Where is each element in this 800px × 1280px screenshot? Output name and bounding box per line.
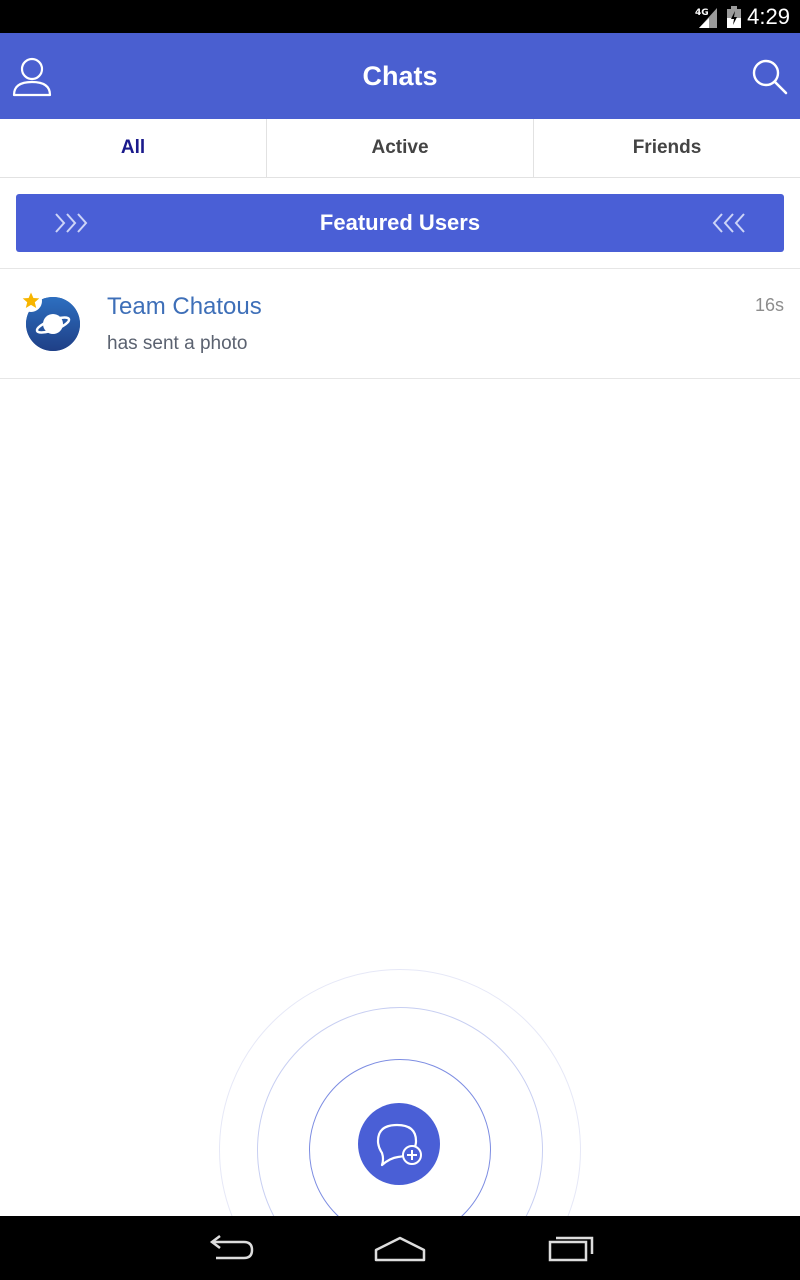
signal-icon: 4G: [695, 7, 718, 28]
chat-last-message: has sent a photo: [107, 333, 248, 354]
chat-name: Team Chatous: [107, 293, 262, 320]
featured-users-label: Featured Users: [319, 210, 481, 235]
search-icon[interactable]: [748, 55, 792, 99]
chat-list-item[interactable]: Team Chatous has sent a photo 16s: [0, 269, 800, 379]
new-chat-area: [0, 960, 800, 1216]
back-icon[interactable]: [200, 1230, 260, 1266]
tab-bar: All Active Friends: [0, 119, 800, 178]
home-icon[interactable]: [370, 1230, 430, 1266]
chevrons-left-icon: [712, 213, 745, 233]
network-type: 4G: [695, 8, 709, 18]
new-chat-icon: [376, 1123, 422, 1167]
new-chat-button[interactable]: [358, 1103, 440, 1185]
status-time: 4:29: [747, 3, 790, 29]
battery-icon: [727, 5, 742, 28]
tab-all[interactable]: All: [0, 119, 267, 177]
star-icon: [20, 290, 42, 312]
navigation-bar: [0, 1216, 800, 1280]
app-bar: Chats: [0, 33, 800, 119]
tab-active[interactable]: Active: [267, 119, 534, 177]
chat-timestamp: 16s: [754, 295, 784, 315]
tab-friends[interactable]: Friends: [534, 119, 800, 177]
status-icons: 4G 4:29: [695, 0, 790, 33]
recents-icon[interactable]: [542, 1230, 602, 1266]
status-bar: 4G 4:29: [0, 0, 800, 33]
featured-users-button[interactable]: Featured Users: [16, 194, 784, 252]
page-title: Chats: [362, 61, 438, 91]
